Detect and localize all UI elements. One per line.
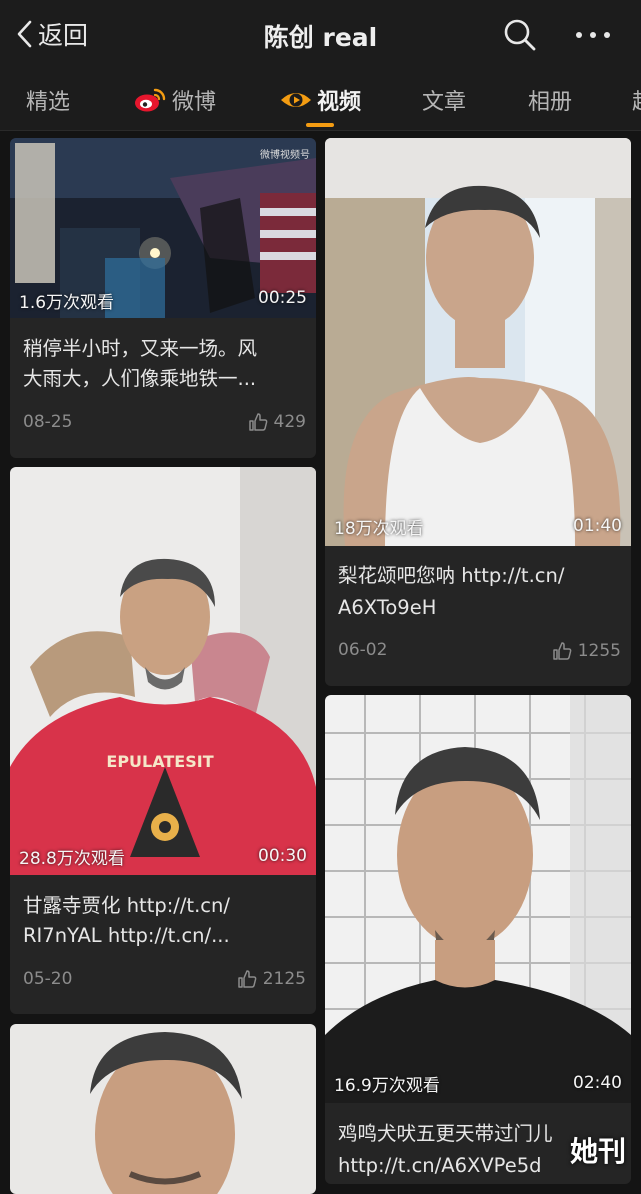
thumbnail-image	[10, 1024, 316, 1194]
video-thumbnail[interactable]: EPULATESIT 28.8万次观看 00:30	[10, 467, 316, 875]
post-date: 08-25	[23, 412, 73, 432]
video-card[interactable]: 18万次观看 01:40 梨花颂吧您呐 http://t.cn/ A6XTo9e…	[325, 138, 631, 686]
thumbnail-image	[325, 695, 631, 1103]
weibo-icon	[135, 88, 166, 112]
thumbs-up-icon	[237, 970, 257, 988]
tab-label: 精选	[26, 90, 71, 115]
video-caption-line: A6XTo9eH	[338, 596, 437, 619]
tab-video[interactable]: 视频	[279, 84, 361, 116]
like-count: 429	[273, 412, 306, 432]
tab-albums[interactable]: 相册	[528, 84, 572, 116]
view-count: 18万次观看	[334, 519, 424, 539]
top-bar: 返回 陈创 real	[0, 0, 641, 68]
like-count: 1255	[577, 641, 621, 661]
view-count: 16.9万次观看	[334, 1076, 440, 1096]
more-dots-icon	[576, 32, 610, 38]
tab-label: 超	[632, 84, 641, 116]
video-card[interactable]: 16.9万次观看 02:40 鸡鸣犬吠五更天带过门儿 http://t.cn/A…	[325, 695, 631, 1184]
tab-label: 微博	[172, 90, 217, 115]
weibo-video-watermark: 微博视频号	[260, 150, 310, 161]
video-card[interactable]	[10, 1024, 316, 1194]
tab-featured[interactable]: 精选	[26, 84, 70, 116]
video-thumbnail[interactable]: 微博视频号 1.6万次观看 00:25	[10, 138, 316, 318]
view-count: 1.6万次观看	[19, 293, 115, 313]
search-icon	[504, 19, 536, 51]
video-caption-line: 梨花颂吧您呐 http://t.cn/	[338, 564, 565, 587]
thumbnail-image	[325, 138, 631, 546]
like-button[interactable]: 1255	[552, 641, 621, 661]
tab-bar: 精选 微博 视频 文章 相册 超	[0, 68, 641, 131]
shirt-print-text: EPULATESIT	[106, 752, 213, 771]
tab-label: 文章	[422, 90, 467, 115]
post-date: 05-20	[23, 969, 73, 989]
like-button[interactable]: 2125	[237, 969, 306, 989]
video-thumbnail[interactable]: 16.9万次观看 02:40	[325, 695, 631, 1103]
video-caption-line: 稍停半小时，又来一场。风	[23, 337, 258, 360]
video-caption-line: RI7nYAL http://t.cn/...	[23, 924, 230, 947]
thumbs-up-icon	[248, 413, 267, 431]
video-thumbnail[interactable]: 18万次观看 01:40	[325, 138, 631, 546]
video-eye-icon	[281, 93, 311, 107]
video-caption-line: 大雨大，人们像乘地铁一...	[23, 367, 257, 390]
like-count: 2125	[262, 969, 306, 989]
video-caption-line: 甘露寺贾化 http://t.cn/	[23, 894, 230, 917]
video-duration: 00:30	[258, 846, 307, 866]
tab-weibo[interactable]: 微博	[134, 84, 216, 116]
post-date: 06-02	[338, 640, 388, 660]
video-duration: 01:40	[573, 516, 622, 536]
search-button[interactable]	[503, 18, 537, 56]
page-title: 陈创 real	[263, 23, 378, 52]
active-tab-indicator	[306, 123, 334, 127]
video-duration: 02:40	[573, 1073, 622, 1093]
thumbnail-image: EPULATESIT	[10, 467, 316, 875]
tab-label: 视频	[317, 90, 362, 115]
like-button[interactable]: 429	[248, 412, 306, 432]
thumbs-up-icon	[552, 642, 572, 660]
brand-watermark: 她刊	[570, 1135, 627, 1168]
tab-articles[interactable]: 文章	[422, 84, 466, 116]
view-count: 28.8万次观看	[19, 849, 125, 869]
video-duration: 00:25	[258, 288, 307, 308]
video-thumbnail[interactable]	[10, 1024, 316, 1194]
video-card[interactable]: 微博视频号 1.6万次观看 00:25 稍停半小时，又来一场。风 大雨大，人们像…	[10, 138, 316, 458]
video-card[interactable]: EPULATESIT 28.8万次观看 00:30 甘露寺贾化 http://t…	[10, 467, 316, 1014]
tab-more[interactable]: 超	[632, 84, 641, 116]
tab-label: 相册	[528, 90, 573, 115]
more-button[interactable]	[573, 18, 613, 56]
